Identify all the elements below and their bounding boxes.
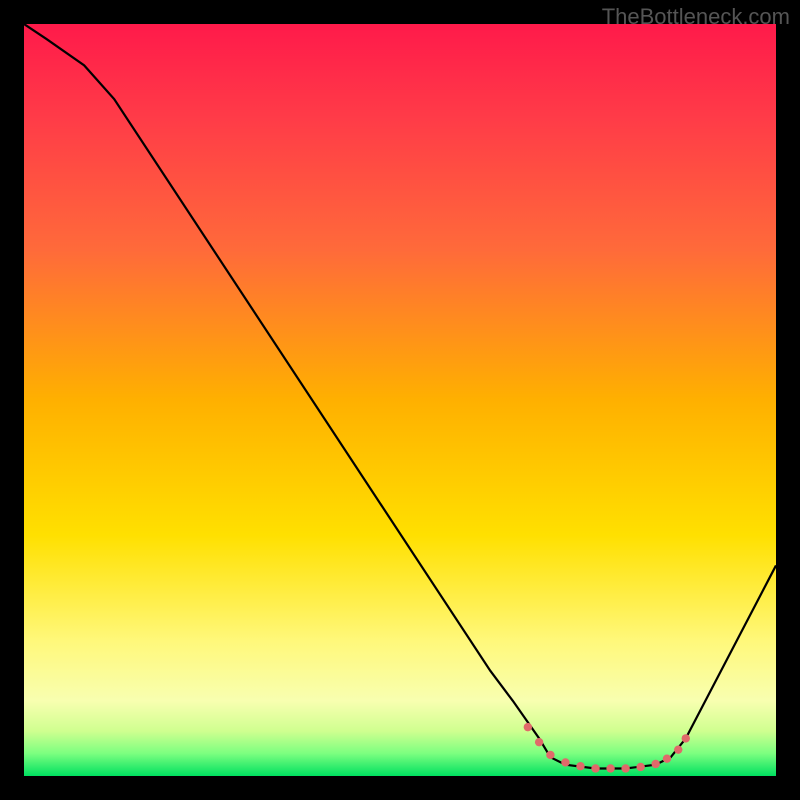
overlay-dot: [606, 764, 614, 772]
overlay-dot: [674, 745, 682, 753]
overlay-dot: [546, 751, 554, 759]
overlay-dot: [535, 738, 543, 746]
chart-background: [24, 24, 776, 776]
chart-svg: [24, 24, 776, 776]
overlay-dot: [682, 734, 690, 742]
overlay-dot: [663, 755, 671, 763]
overlay-dot: [591, 764, 599, 772]
watermark-text: TheBottleneck.com: [602, 4, 790, 30]
overlay-dot: [621, 764, 629, 772]
overlay-dot: [524, 723, 532, 731]
overlay-dot: [561, 758, 569, 766]
overlay-dot: [651, 760, 659, 768]
overlay-dot: [636, 763, 644, 771]
chart-plot-area: [24, 24, 776, 776]
overlay-dot: [576, 762, 584, 770]
